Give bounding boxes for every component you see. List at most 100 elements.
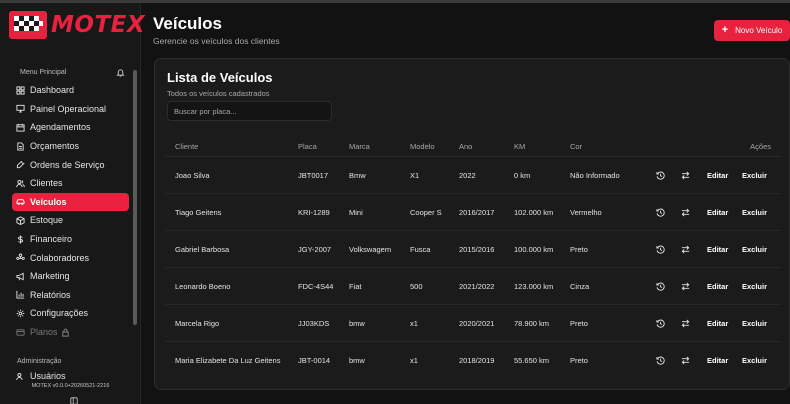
- sidebar-scrollbar[interactable]: [133, 70, 137, 325]
- cell-marca: Fiat: [349, 281, 362, 291]
- wrench-icon: [16, 161, 25, 169]
- cell-cor: Vermelho: [570, 207, 602, 217]
- plus-icon: +: [721, 24, 729, 36]
- delete-button[interactable]: Excluir: [742, 268, 767, 304]
- delete-button[interactable]: Excluir: [742, 305, 767, 341]
- chart-icon: [16, 291, 25, 299]
- calendar-icon: [16, 123, 25, 132]
- cell-marca: Volkswagem: [349, 244, 392, 254]
- sidebar-item-planos: Planos: [12, 323, 129, 342]
- sidebar-toggle-icon[interactable]: [70, 397, 78, 404]
- transfer-button[interactable]: [681, 342, 690, 379]
- edit-button[interactable]: Editar: [707, 194, 728, 230]
- plate-search-input[interactable]: [167, 101, 332, 121]
- cell-marca: Mini: [349, 207, 363, 217]
- swap-arrows-icon: [681, 245, 690, 253]
- edit-button[interactable]: Editar: [707, 268, 728, 304]
- sidebar-item-label: Usuários: [30, 371, 66, 380]
- swap-arrows-icon: [681, 356, 690, 365]
- column-header-cor: Cor: [570, 142, 583, 151]
- history-icon: [656, 208, 665, 217]
- cell-placa: JBT0017: [298, 170, 329, 180]
- table-row: Marcela Rigo JJ03KDS bmw x1 2020/2021 78…: [165, 305, 781, 342]
- box-icon: [16, 216, 25, 225]
- delete-button[interactable]: Excluir: [742, 231, 767, 267]
- transfer-button[interactable]: [681, 194, 690, 230]
- sidebar-item-painel-operacional[interactable]: Painel Operacional: [12, 100, 129, 119]
- table-row: Tiago Geitens KRI-1289 Mini Cooper S 201…: [165, 194, 781, 231]
- history-icon: [656, 245, 665, 254]
- sidebar-item-label: Clientes: [30, 178, 63, 189]
- delete-button[interactable]: Excluir: [742, 342, 767, 379]
- card-icon: [16, 328, 25, 336]
- cell-modelo: x1: [410, 356, 418, 365]
- transfer-button[interactable]: [681, 231, 690, 267]
- history-icon: [656, 171, 665, 180]
- column-header-marca: Marca: [349, 142, 370, 151]
- cell-placa: JJ03KDS: [298, 318, 330, 328]
- transfer-button[interactable]: [681, 157, 690, 193]
- users-icon: [16, 179, 25, 187]
- team-icon: [16, 253, 25, 261]
- cell-cor: Cinza: [570, 281, 590, 291]
- admin-nav: Usuários: [12, 370, 129, 380]
- sidebar-item-colaboradores[interactable]: Colaboradores: [12, 248, 129, 267]
- cell-cliente: Tiago Geitens: [175, 207, 222, 217]
- lock-icon: [61, 328, 69, 337]
- sidebar-item-label: Configurações: [30, 308, 89, 319]
- cell-placa: JBT-0014: [298, 356, 331, 365]
- sidebar-item-orcamentos[interactable]: Orçamentos: [12, 137, 129, 156]
- column-header-acoes: Ações: [750, 142, 771, 151]
- edit-button[interactable]: Editar: [707, 231, 728, 267]
- sidebar-item-financeiro[interactable]: Financeiro: [12, 230, 129, 249]
- sidebar-item-label: Planos: [30, 327, 58, 338]
- sidebar-item-label: Agendamentos: [30, 122, 91, 133]
- history-icon: [656, 356, 665, 365]
- cell-cor: Preto: [570, 318, 588, 328]
- cell-marca: bmw: [349, 318, 365, 328]
- cell-cor: Preto: [570, 356, 588, 365]
- cell-cliente: Gabriel Barbosa: [175, 244, 230, 254]
- delete-button[interactable]: Excluir: [742, 194, 767, 230]
- history-button[interactable]: [656, 268, 665, 304]
- delete-button[interactable]: Excluir: [742, 157, 767, 193]
- vehicle-list-card: Lista de Veículos Todos os veículos cada…: [154, 58, 790, 390]
- sidebar-item-estoque[interactable]: Estoque: [12, 211, 129, 230]
- card-title: Lista de Veículos: [167, 70, 273, 85]
- sidebar-item-relatorios[interactable]: Relatórios: [12, 286, 129, 305]
- history-button[interactable]: [656, 194, 665, 230]
- cell-marca: Bmw: [349, 170, 366, 180]
- cell-modelo: Fusca: [410, 244, 431, 254]
- cell-cor: Preto: [570, 244, 588, 254]
- app-logo[interactable]: MOTEX: [9, 11, 145, 39]
- sidebar-item-dashboard[interactable]: Dashboard: [12, 81, 129, 100]
- edit-button[interactable]: Editar: [707, 305, 728, 341]
- history-button[interactable]: [656, 342, 665, 379]
- cell-ano: 2015/2016: [459, 244, 495, 254]
- sidebar-item-label: Dashboard: [30, 85, 75, 96]
- cell-modelo: x1: [410, 318, 418, 328]
- sidebar-item-ordens-de-servico[interactable]: Ordens de Serviço: [12, 155, 129, 174]
- new-vehicle-button[interactable]: + Novo Veículo: [714, 20, 790, 41]
- edit-button[interactable]: Editar: [707, 157, 728, 193]
- sidebar-item-usuarios[interactable]: Usuários: [12, 370, 129, 380]
- sidebar: MOTEX Menu Principal Dashboard Painel Op…: [0, 3, 145, 404]
- sidebar-item-label: Veículos: [30, 196, 67, 207]
- sidebar-item-configuracoes[interactable]: Configurações: [12, 304, 129, 323]
- table-row: Leonardo Boeno FDC-4S44 Fiat 500 2021/20…: [165, 268, 781, 305]
- sidebar-item-clientes[interactable]: Clientes: [12, 174, 129, 193]
- bell-icon[interactable]: [116, 68, 125, 77]
- sidebar-item-agendamentos[interactable]: Agendamentos: [12, 118, 129, 137]
- edit-button[interactable]: Editar: [707, 342, 728, 379]
- admin-section-header: Administração: [17, 358, 62, 365]
- history-button[interactable]: [656, 157, 665, 193]
- transfer-button[interactable]: [681, 305, 690, 341]
- sidebar-item-veiculos[interactable]: Veículos: [12, 192, 129, 212]
- page-subtitle: Gerencie os veículos dos clientes: [153, 36, 280, 46]
- history-button[interactable]: [656, 231, 665, 267]
- history-button[interactable]: [656, 305, 665, 341]
- transfer-button[interactable]: [681, 268, 690, 304]
- history-icon: [656, 319, 665, 328]
- sidebar-item-marketing[interactable]: Marketing: [12, 267, 129, 286]
- cell-cliente: Maria Elizabete Da Luz Geitens: [175, 356, 281, 365]
